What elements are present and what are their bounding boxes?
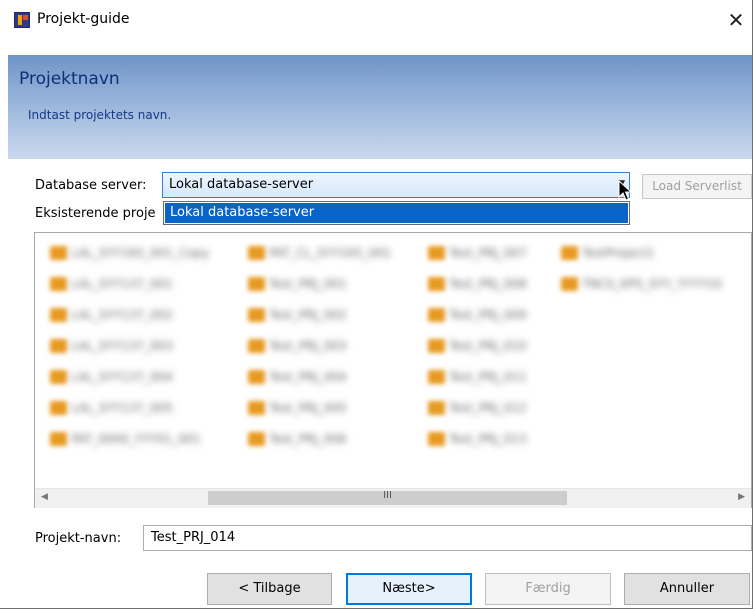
scroll-right-icon[interactable]: ▶ xyxy=(738,492,745,502)
project-item[interactable]: Test_PRJ_003 xyxy=(243,336,418,358)
selected-server: Lokal database-server xyxy=(169,177,314,192)
project-item[interactable]: LAL_SYY165_001_Copy xyxy=(45,243,220,265)
page-title: Projektnavn xyxy=(19,69,120,89)
project-item[interactable]: LAL_SYY137_001 xyxy=(45,274,220,296)
title-bar: Projekt-guide ✕ xyxy=(0,0,752,40)
scroll-thumb[interactable]: III xyxy=(208,490,567,505)
back-button[interactable]: < Tilbage xyxy=(207,573,332,605)
project-item[interactable]: Test_PRJ_006 xyxy=(243,429,418,451)
project-item[interactable]: TNCS_KPS_SYY_YYYY10 xyxy=(556,274,731,296)
project-icon xyxy=(248,432,265,446)
project-icon xyxy=(248,370,265,384)
project-item[interactable]: Test_PRJ_002 xyxy=(243,305,418,327)
close-button[interactable]: ✕ xyxy=(720,4,752,36)
project-icon xyxy=(248,246,265,260)
project-item[interactable]: Test_PRJ_005 xyxy=(243,398,418,420)
project-icon xyxy=(428,432,445,446)
project-item[interactable]: Test_PRJ_013 xyxy=(423,429,598,451)
project-icon xyxy=(428,308,445,322)
wizard-header: Projektnavn Indtast projektets navn. xyxy=(8,55,752,159)
window-title: Projekt-guide xyxy=(37,11,130,27)
project-item[interactable]: Test_PRJ_001 xyxy=(243,274,418,296)
page-subtitle: Indtast projektets navn. xyxy=(28,108,172,122)
project-icon xyxy=(428,339,445,353)
project-icon xyxy=(50,432,67,446)
project-item[interactable]: LAL_SYY137_004 xyxy=(45,367,220,389)
project-item[interactable]: LAL_SYY137_003 xyxy=(45,336,220,358)
database-server-select[interactable]: Lokal database-server ▼ xyxy=(162,172,630,198)
project-icon xyxy=(428,246,445,260)
horizontal-scrollbar[interactable]: ◀ III ▶ xyxy=(35,488,751,508)
server-dropdown-list: Lokal database-server xyxy=(163,201,630,225)
project-icon xyxy=(50,246,67,260)
project-icon xyxy=(561,277,578,291)
existing-projects-label: Eksisterende proje xyxy=(35,206,156,221)
dialog-window: Projekt-guide ✕ Projektnavn Indtast proj… xyxy=(0,0,753,609)
project-icon xyxy=(50,308,67,322)
project-item[interactable]: Test_PRJ_010 xyxy=(423,336,598,358)
project-icon xyxy=(50,277,67,291)
project-icon xyxy=(428,370,445,384)
project-item[interactable]: TestProject1 xyxy=(556,243,731,265)
scroll-grip: III xyxy=(383,490,392,501)
project-icon xyxy=(50,339,67,353)
database-server-label: Database server: xyxy=(35,178,147,193)
project-icon xyxy=(248,401,265,415)
project-item[interactable]: LAL_SYY137_002 xyxy=(45,305,220,327)
finish-button[interactable]: Færdig xyxy=(485,573,611,605)
project-icon xyxy=(248,339,265,353)
project-icon xyxy=(428,401,445,415)
project-item[interactable]: Test_PRJ_009 xyxy=(423,305,598,327)
load-serverlist-button[interactable]: Load Serverlist xyxy=(642,174,752,199)
project-item[interactable]: PAT_0000_YYY01_001 xyxy=(45,429,220,451)
project-item[interactable]: LAL_SYY137_005 xyxy=(45,398,220,420)
app-icon xyxy=(14,12,30,28)
project-icon xyxy=(50,401,67,415)
server-option[interactable]: Lokal database-server xyxy=(165,203,628,223)
project-item[interactable]: PAT_CL_SYY165_001 xyxy=(243,243,418,265)
project-icon xyxy=(248,277,265,291)
project-item[interactable]: Test_PRJ_011 xyxy=(423,367,598,389)
existing-projects-list[interactable]: LAL_SYY165_001_Copy PAT_CL_SYY165_001 Te… xyxy=(34,232,752,508)
project-item[interactable]: Test_PRJ_004 xyxy=(243,367,418,389)
project-item[interactable]: Test_PRJ_012 xyxy=(423,398,598,420)
project-icon xyxy=(248,308,265,322)
project-icon xyxy=(561,246,578,260)
mouse-cursor-icon xyxy=(618,180,632,201)
next-button[interactable]: Næste> xyxy=(346,573,472,605)
project-name-input[interactable]: Test_PRJ_014 xyxy=(143,525,752,551)
project-icon xyxy=(50,370,67,384)
scroll-left-icon[interactable]: ◀ xyxy=(41,492,48,502)
project-name-label: Projekt-navn: xyxy=(35,531,122,546)
cancel-button[interactable]: Annuller xyxy=(624,573,750,605)
project-icon xyxy=(428,277,445,291)
